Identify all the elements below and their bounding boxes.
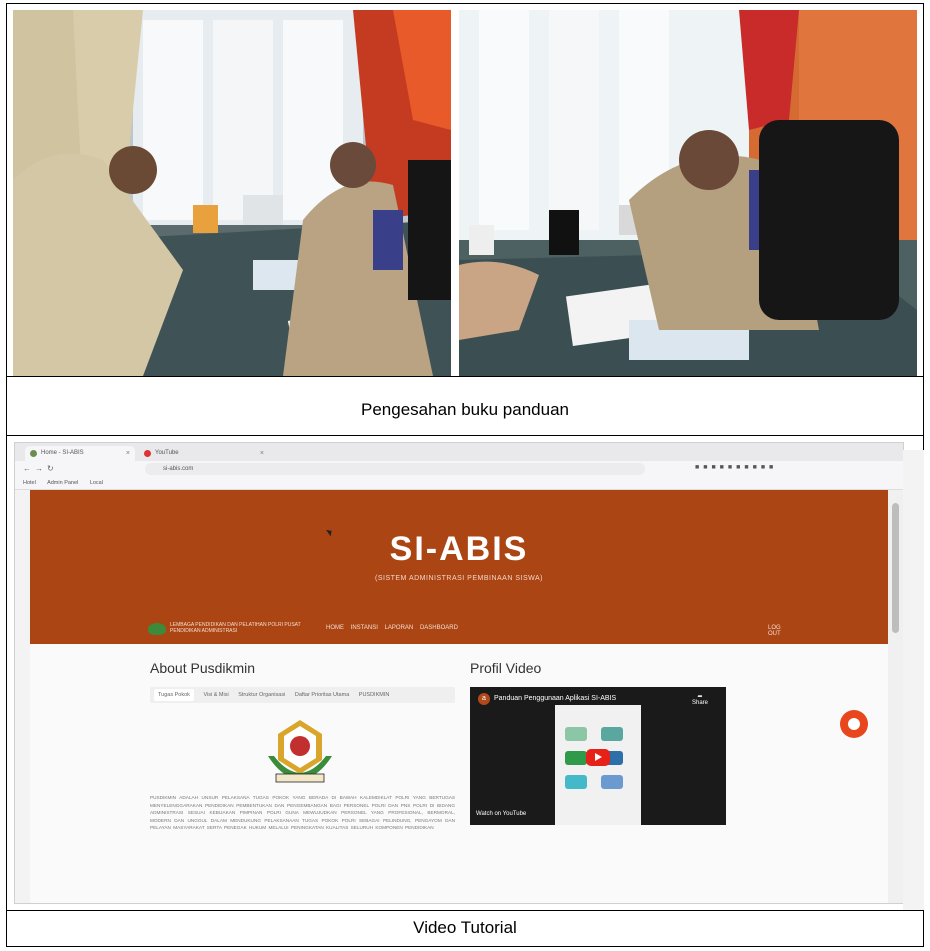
reload-icon[interactable]: ↻ (47, 464, 54, 473)
close-icon[interactable]: × (126, 446, 130, 461)
nav-laporan[interactable]: LAPORAN (385, 625, 414, 631)
organization-logo-icon (148, 623, 166, 635)
page-content: About Pusdikmin Tugas Pokok Visi & Misi … (30, 644, 888, 903)
site-favicon-icon (30, 450, 37, 457)
browser-tab[interactable]: YouTube × (139, 446, 269, 461)
watch-on-youtube-button[interactable]: Watch on YouTube (476, 811, 526, 817)
main-navigation: LEMBAGA PENDIDIKAN DAN PELATIHAN POLRI P… (148, 622, 788, 638)
share-button[interactable]: ➦ Share (692, 693, 708, 706)
browser-screenshot: Home - SI-ABIS × YouTube × ← → ↻ si-abis… (14, 442, 904, 904)
profil-video-heading: Profil Video (470, 660, 542, 676)
about-tabs: Tugas Pokok Visi & Misi Struktur Organis… (150, 687, 455, 703)
url-input[interactable]: si-abis.com (145, 463, 645, 475)
signing-photo-right (459, 10, 917, 376)
share-icon: ➦ (697, 694, 703, 700)
scrollbar-thumb[interactable] (892, 503, 899, 633)
nav-home[interactable]: HOME (326, 625, 344, 631)
browser-tab-label: Home - SI-ABIS (41, 450, 84, 456)
caption-bottom: Video Tutorial (413, 918, 517, 937)
bookmark-item[interactable]: Admin Panel (47, 480, 78, 486)
site-title: SI-ABIS (389, 530, 529, 568)
bookmark-item[interactable]: Local (90, 480, 103, 486)
background-page-edge (903, 450, 924, 910)
organization-name: LEMBAGA PENDIDIKAN DAN PELATIHAN POLRI P… (170, 622, 301, 634)
youtube-video-embed[interactable]: a Panduan Penggunaan Aplikasi SI-ABIS ➦ … (470, 687, 726, 825)
play-button-icon[interactable] (586, 749, 610, 766)
share-label: Share (692, 700, 709, 706)
video-title[interactable]: Panduan Penggunaan Aplikasi SI-ABIS (494, 695, 616, 702)
extension-icons[interactable]: ■■■■■■■■■■ (695, 464, 777, 471)
about-heading: About Pusdikmin (150, 660, 256, 676)
browser-tab[interactable]: Home - SI-ABIS × (25, 446, 135, 461)
browser-tab-label: YouTube (155, 450, 179, 456)
forward-icon[interactable]: → (35, 464, 43, 473)
browser-tab-bar: Home - SI-ABIS × YouTube × (15, 443, 903, 461)
channel-avatar[interactable]: a (478, 693, 490, 705)
caption-top: Pengesahan buku panduan (361, 400, 569, 419)
youtube-favicon-icon (144, 450, 151, 457)
tab-pusdikmin[interactable]: PUSDIKMIN (359, 692, 390, 698)
tab-prioritas[interactable]: Daftar Prioritas Utama (295, 692, 349, 698)
hero-banner: SI-ABIS (SISTEM ADMINISTRASI PEMBINAAN S… (30, 490, 888, 644)
address-bar-row: ← → ↻ si-abis.com ■■■■■■■■■■ (15, 461, 903, 477)
pusdikmin-emblem-icon (268, 720, 332, 783)
tab-tugas-pokok[interactable]: Tugas Pokok (154, 689, 194, 701)
about-text: PUSDIKMIN ADALAH UNSUR PELAKSANA TUGAS P… (150, 795, 455, 831)
site-page: SI-ABIS (SISTEM ADMINISTRASI PEMBINAAN S… (15, 490, 888, 903)
logout-link[interactable]: LOG OUT (768, 625, 788, 637)
nav-instansi[interactable]: INSTANSI (351, 625, 378, 631)
tab-struktur[interactable]: Struktur Organisasi (238, 692, 285, 698)
signing-photo-left (13, 10, 451, 376)
back-icon[interactable]: ← (23, 464, 31, 473)
tab-visi-misi[interactable]: Visi & Misi (203, 692, 228, 698)
chat-widget-button[interactable] (840, 710, 868, 738)
nav-dashboard[interactable]: DASHBOARD (420, 625, 458, 631)
close-icon[interactable]: × (260, 446, 264, 461)
bookmarks-bar: Hotel Admin Panel Local (15, 477, 903, 490)
menu-items: HOME INSTANSI LAPORAN DASHBOARD (326, 625, 463, 631)
site-subtitle: (SISTEM ADMINISTRASI PEMBINAAN SISWA) (375, 575, 543, 582)
bookmark-item[interactable]: Hotel (23, 480, 36, 486)
